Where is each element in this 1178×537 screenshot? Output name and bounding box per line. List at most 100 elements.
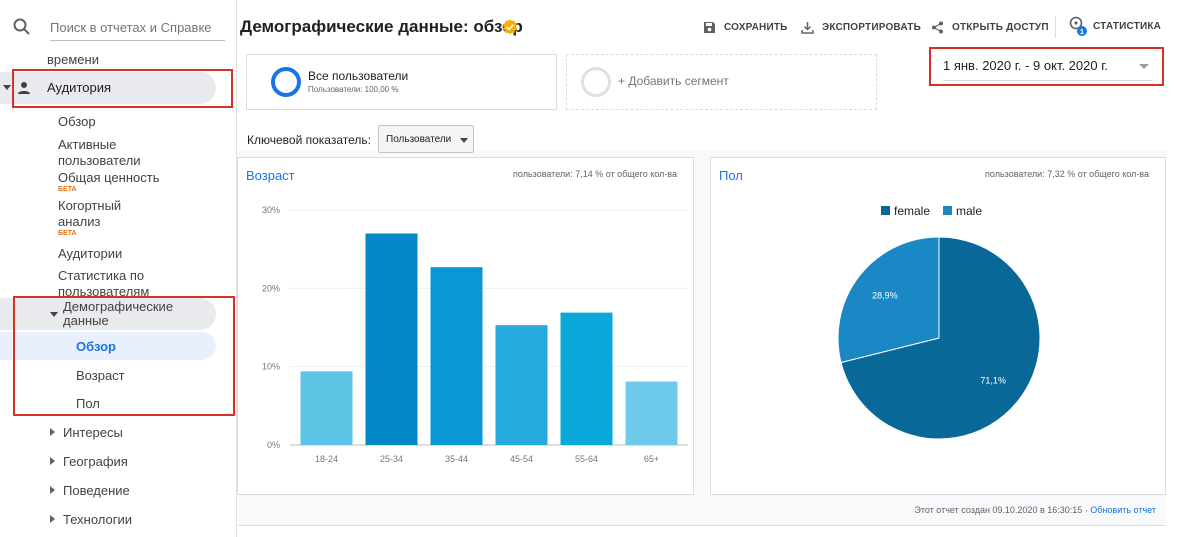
- caret-right-icon: [50, 428, 55, 436]
- legend-label: female: [894, 204, 930, 218]
- sidebar-item-label: Когортный анализ: [58, 198, 122, 229]
- sidebar-item-user-explorer[interactable]: Статистика по пользователям: [58, 268, 163, 300]
- sidebar-item-label: Аудитория: [47, 80, 112, 95]
- insights-icon: 1: [1069, 16, 1087, 36]
- sidebar-item-audience[interactable]: Аудитория: [0, 72, 216, 104]
- gender-pie-chart: 71,1% 28,9% female male: [837, 204, 1041, 440]
- search-input[interactable]: [50, 17, 230, 37]
- gender-panel-title[interactable]: Пол: [719, 168, 743, 183]
- beta-badge: БЕТА: [58, 230, 77, 237]
- caret-right-icon: [50, 457, 55, 465]
- segment-card-all-users[interactable]: Все пользователи Пользователи: 100,00 %: [246, 54, 557, 110]
- beta-badge: БЕТА: [58, 186, 77, 193]
- date-range-picker[interactable]: 1 янв. 2020 г. - 9 окт. 2020 г.: [943, 56, 1153, 81]
- caret-right-icon: [50, 515, 55, 523]
- gender-panel-note: пользователи: 7,32 % от общего кол-ва: [985, 169, 1149, 179]
- bar: [365, 233, 418, 445]
- y-tick-label: 0%: [267, 440, 280, 450]
- refresh-report-link[interactable]: Обновить отчет: [1090, 505, 1156, 515]
- sidebar-item-label: Демографические данные: [63, 299, 174, 328]
- segment-ring-icon: [271, 67, 301, 97]
- legend-swatch: [881, 206, 890, 215]
- sidebar-item-overview[interactable]: Обзор: [58, 114, 218, 130]
- x-tick-label: 45-54: [510, 454, 533, 464]
- x-tick-label: 25-34: [380, 454, 403, 464]
- sidebar-item-label: Технологии: [63, 512, 133, 527]
- save-button[interactable]: СОХРАНИТЬ: [703, 19, 788, 35]
- sidebar: времени Аудитория Обзор Активные пользов…: [0, 0, 237, 537]
- search-underline: [50, 40, 225, 41]
- download-icon: [801, 21, 814, 34]
- insights-button-label: СТАТИСТИКА: [1093, 20, 1162, 32]
- y-tick-label: 10%: [262, 362, 280, 372]
- sidebar-item-label: География: [63, 454, 128, 469]
- sidebar-item-label: Интересы: [63, 425, 123, 440]
- metric-select-value: Пользователи: [386, 134, 452, 145]
- caret-right-icon: [50, 486, 55, 494]
- x-tick-label: 35-44: [445, 454, 468, 464]
- bar: [560, 312, 613, 445]
- segment-title: Все пользователи: [308, 69, 409, 83]
- export-button[interactable]: ЭКСПОРТИРОВАТЬ: [801, 19, 921, 35]
- age-panel: Возраст пользователи: 7,14 % от общего к…: [237, 157, 694, 495]
- x-tick-label: 55-64: [575, 454, 598, 464]
- report-header: Демографические данные: обзор СОХРАНИТЬ …: [238, 0, 1178, 52]
- share-button-label: ОТКРЫТЬ ДОСТУП: [952, 21, 1049, 33]
- y-tick-label: 30%: [262, 205, 280, 215]
- sidebar-item-label: Общая ценность: [58, 170, 160, 185]
- person-icon: [18, 82, 30, 94]
- bar: [300, 371, 353, 445]
- search-icon[interactable]: [12, 17, 32, 37]
- share-button[interactable]: ОТКРЫТЬ ДОСТУП: [931, 19, 1049, 35]
- sidebar-item-audiences[interactable]: Аудитории: [58, 246, 218, 262]
- bar: [495, 325, 548, 445]
- add-segment-label: + Добавить сегмент: [618, 74, 729, 88]
- share-icon: [932, 21, 943, 33]
- sidebar-item-cohort[interactable]: Когортный анализ БЕТА: [58, 198, 148, 238]
- sidebar-item-active-users[interactable]: Активные пользователи: [58, 137, 168, 169]
- date-range-underline: [943, 80, 1153, 81]
- pie-value-label: 71,1%: [980, 375, 1006, 385]
- metric-label: Ключевой показатель:: [247, 133, 371, 147]
- toolbar-divider: [1055, 16, 1056, 38]
- save-icon: [704, 21, 715, 33]
- y-tick-label: 20%: [262, 283, 280, 293]
- sidebar-item-technology[interactable]: Технологии: [50, 512, 132, 527]
- age-panel-title[interactable]: Возраст: [246, 168, 295, 183]
- gender-panel: Пол пользователи: 7,32 % от общего кол-в…: [710, 157, 1166, 495]
- chevron-down-icon: [1139, 64, 1149, 69]
- empty-segment-ring-icon: [581, 67, 611, 97]
- sidebar-item-partial[interactable]: времени: [47, 52, 99, 67]
- age-panel-note: пользователи: 7,14 % от общего кол-ва: [513, 169, 677, 179]
- add-segment-button[interactable]: + Добавить сегмент: [566, 54, 877, 110]
- sidebar-item-geo[interactable]: География: [50, 454, 128, 469]
- caret-down-icon: [3, 85, 11, 90]
- insights-count-badge: 1: [1080, 27, 1084, 36]
- verified-badge-icon: [502, 19, 518, 35]
- legend-label: male: [956, 204, 982, 218]
- sidebar-item-behavior[interactable]: Поведение: [50, 483, 130, 498]
- x-tick-label: 18-24: [315, 454, 338, 464]
- sidebar-item-age[interactable]: Возраст: [76, 368, 125, 384]
- sidebar-item-demographics[interactable]: Демографические данные: [0, 298, 216, 330]
- pie-value-label: 28,9%: [872, 291, 898, 301]
- save-button-label: СОХРАНИТЬ: [724, 21, 788, 33]
- x-tick-label: 65+: [644, 454, 659, 464]
- sidebar-item-gender[interactable]: Пол: [76, 396, 100, 412]
- analytics-app: времени Аудитория Обзор Активные пользов…: [0, 0, 1178, 537]
- insights-button[interactable]: 1 СТАТИСТИКА: [1069, 16, 1162, 36]
- metric-select[interactable]: Пользователи: [378, 125, 474, 153]
- date-range-text: 1 янв. 2020 г. - 9 окт. 2020 г.: [943, 58, 1108, 73]
- page-title: Демографические данные: обзор: [240, 17, 523, 36]
- search-bar: [0, 0, 236, 52]
- report-footer: Этот отчет создан 09.10.2020 в 16:30:15 …: [914, 505, 1156, 515]
- segment-subtitle: Пользователи: 100,00 %: [308, 85, 399, 94]
- sidebar-item-demographics-overview[interactable]: Обзор: [0, 332, 216, 360]
- sidebar-item-label: Обзор: [76, 339, 116, 354]
- report-created-text: Этот отчет создан 09.10.2020 в 16:30:15 …: [914, 505, 1088, 515]
- caret-down-icon: [50, 312, 58, 317]
- chevron-down-icon: [460, 138, 468, 143]
- sidebar-item-lifetime-value[interactable]: Общая ценность БЕТА: [58, 170, 218, 194]
- bottom-divider: [238, 525, 1166, 526]
- sidebar-item-interests[interactable]: Интересы: [50, 425, 123, 440]
